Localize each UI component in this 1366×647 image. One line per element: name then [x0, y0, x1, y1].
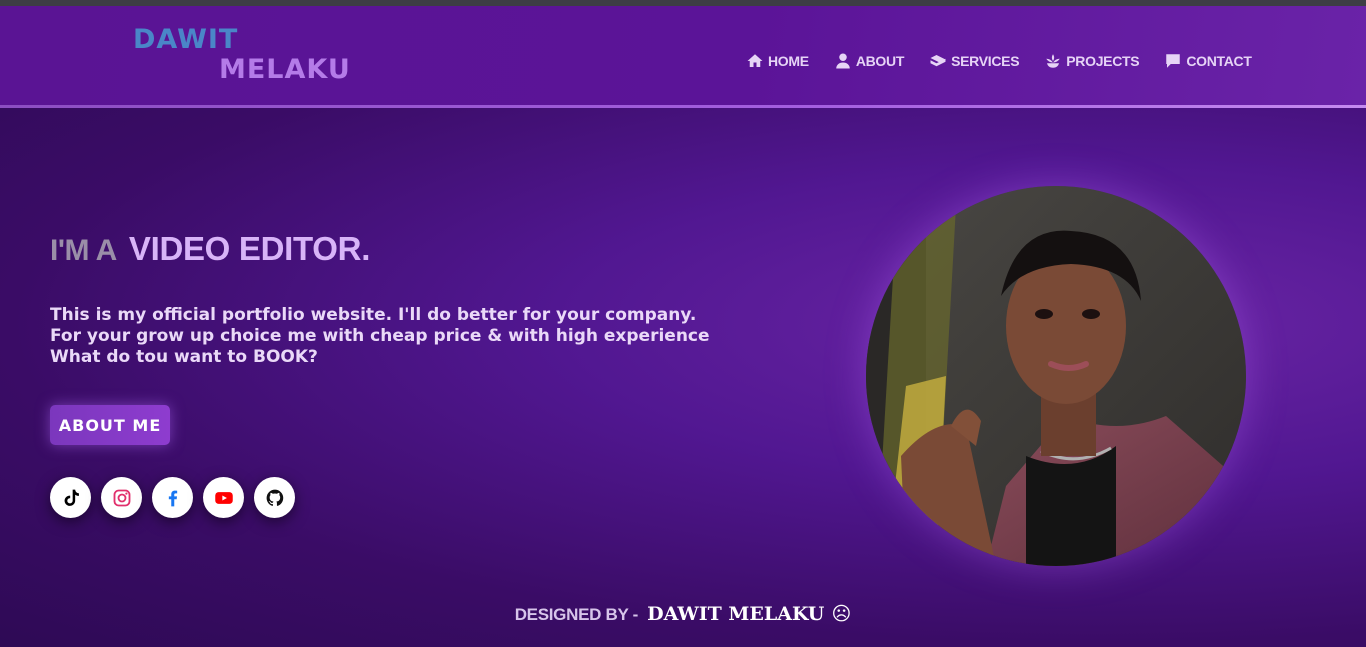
nav-item-about[interactable]: ABOUT — [834, 52, 904, 70]
nav-item-services[interactable]: SERVICES — [929, 52, 1020, 70]
chat-icon — [1166, 54, 1181, 68]
logo-last-name: MELAKU — [219, 54, 351, 85]
profile-photo-illustration — [866, 186, 1246, 566]
nav-item-contact[interactable]: CONTACT — [1164, 52, 1252, 70]
social-links — [50, 477, 295, 518]
nav-item-label: CONTACT — [1186, 53, 1252, 69]
intro-line: This is my official portfolio website. I… — [50, 305, 697, 325]
nav-item-label: ABOUT — [855, 53, 905, 69]
projects-icon — [1046, 54, 1060, 68]
nav-item-label: SERVICES — [951, 53, 1020, 69]
nav-item-home[interactable]: HOME — [746, 52, 809, 70]
hero-intro: This is my official portfolio website. I… — [50, 305, 710, 368]
intro-line: For your grow up choice me with cheap pr… — [50, 326, 710, 346]
frown-icon: ☹ — [831, 603, 852, 625]
github-icon — [266, 489, 283, 506]
nav-item-label: PROJECTS — [1066, 53, 1140, 69]
social-tiktok[interactable] — [50, 477, 91, 518]
footer-prefix: DESIGNED BY - — [514, 605, 639, 624]
nav-item-projects[interactable]: PROJECTS — [1044, 52, 1140, 70]
social-instagram[interactable] — [101, 477, 142, 518]
about-me-button[interactable]: ABOUT ME — [50, 405, 170, 445]
social-facebook[interactable] — [152, 477, 193, 518]
intro-line: What do tou want to BOOK? — [50, 347, 318, 367]
social-github[interactable] — [254, 477, 295, 518]
instagram-icon — [113, 489, 130, 506]
headline-prefix: I'M A — [50, 234, 117, 267]
headline-role: VIDEO EDITOR. — [128, 230, 371, 267]
services-icon — [930, 55, 946, 67]
youtube-icon — [214, 491, 233, 504]
site-header: DAWIT MELAKU HOME ABOUT SERVICES PROJECT… — [0, 6, 1366, 106]
logo-first-name: DAWIT — [133, 24, 239, 55]
user-icon — [836, 53, 850, 69]
tiktok-icon — [64, 489, 79, 506]
facebook-icon — [168, 490, 177, 506]
main-nav: HOME ABOUT SERVICES PROJECTS CONTACT — [746, 52, 1277, 70]
hero-headline: I'M A VIDEO EDITOR. — [50, 230, 370, 268]
nav-item-label: HOME — [768, 53, 809, 69]
profile-photo — [866, 186, 1246, 566]
home-icon — [747, 54, 763, 67]
site-footer: DESIGNED BY - DAWIT MELAKU ☹ — [0, 603, 1366, 625]
social-youtube[interactable] — [203, 477, 244, 518]
footer-author: DAWIT MELAKU — [647, 603, 825, 625]
